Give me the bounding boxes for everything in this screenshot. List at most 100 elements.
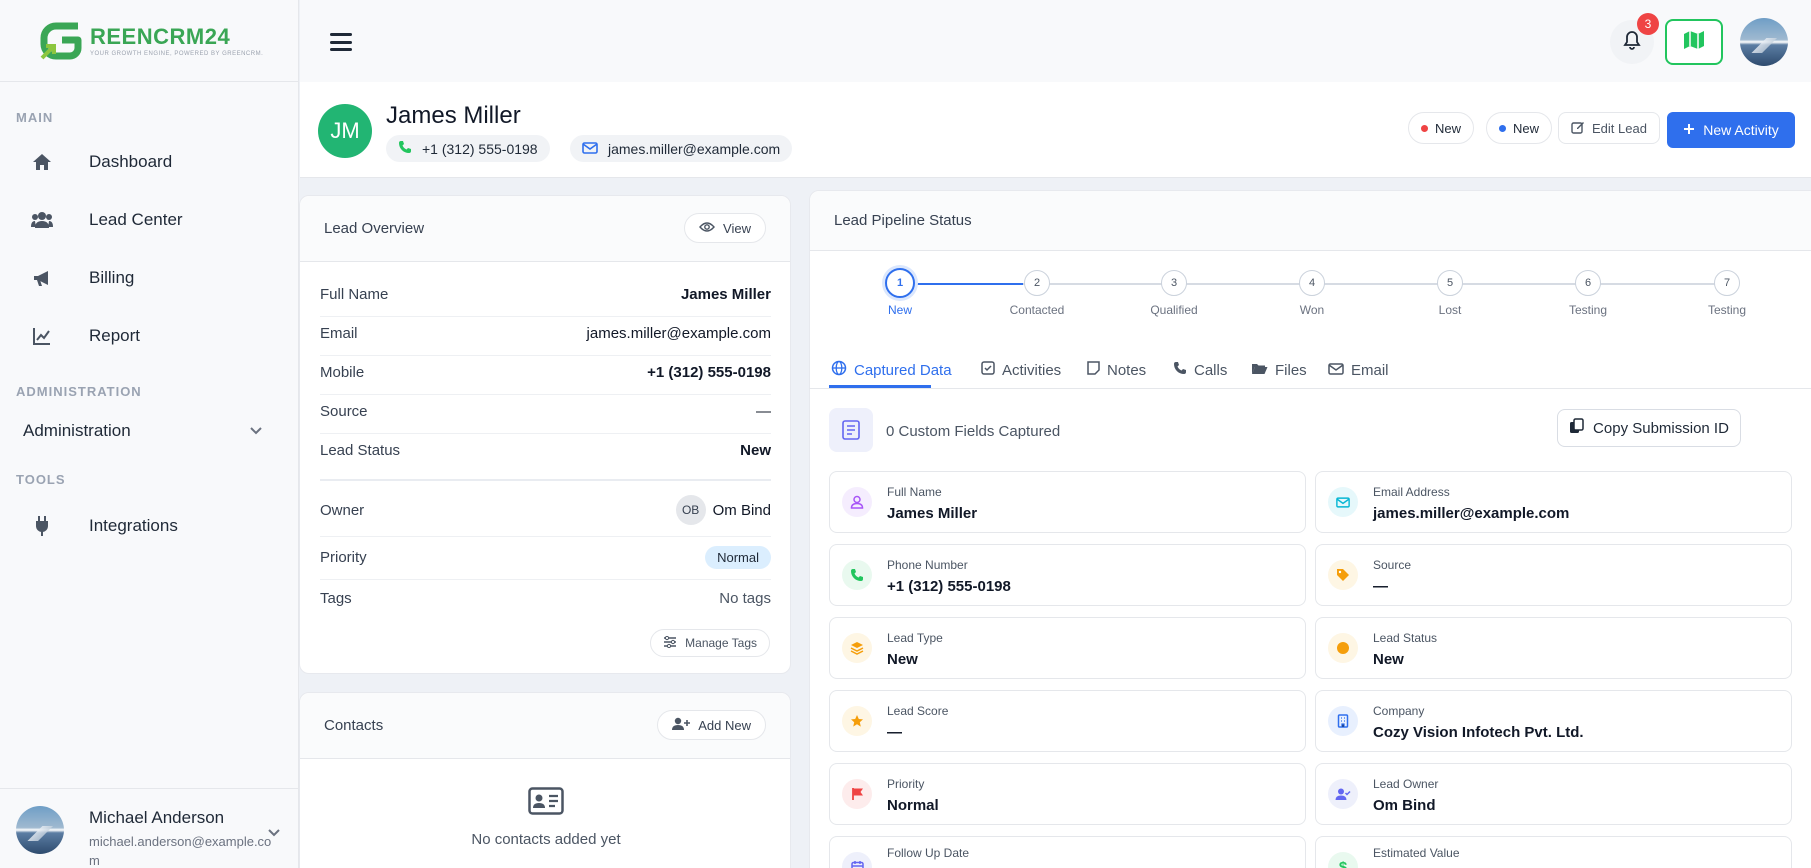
row-value: +1 (312) 555-0198	[647, 364, 771, 381]
owner-name: Om Bind	[712, 501, 771, 519]
view-button[interactable]: View	[684, 213, 766, 243]
avatar[interactable]	[1740, 18, 1788, 66]
contacts-card: Contacts Add New No contacts added yet	[299, 692, 791, 868]
megaphone-icon	[30, 266, 54, 290]
lead-header: JM James Miller +1 (312) 555-0198 james.…	[300, 82, 1811, 178]
folder-open-icon	[1251, 362, 1268, 379]
field-label: Estimated Value	[1373, 846, 1460, 860]
sidebar-item-dashboard[interactable]: Dashboard	[0, 138, 299, 186]
field-label: Lead Owner	[1373, 777, 1439, 791]
add-contact-button[interactable]: Add New	[657, 710, 766, 740]
field-full-name: Full Name James Miller	[829, 471, 1306, 533]
logo-icon	[40, 18, 86, 64]
field-value: —	[1373, 578, 1388, 595]
calendar-icon	[842, 852, 872, 868]
row-label: Full Name	[320, 286, 389, 303]
field-value: +1 (312) 555-0198	[887, 578, 1011, 595]
tags-value: No tags	[719, 590, 771, 607]
brand-logo[interactable]: REENCRM24 YOUR GROWTH ENGINE, POWERED BY…	[0, 0, 298, 82]
tab-files[interactable]: Files	[1251, 352, 1307, 388]
eye-icon	[699, 221, 715, 236]
sidebar-item-lead-center[interactable]: Lead Center	[0, 196, 299, 244]
edit-icon	[1571, 120, 1585, 137]
row-label: Tags	[320, 590, 352, 607]
lead-overview-card: Lead Overview View Full Name James Mille…	[299, 195, 791, 674]
row-label: Lead Status	[320, 442, 401, 459]
sidebar-item-label: Dashboard	[89, 152, 173, 171]
field-lead-status: Lead Status New	[1315, 617, 1792, 679]
field-lead-score: Lead Score —	[829, 690, 1306, 752]
pipeline-step-won[interactable]: 4	[1299, 270, 1325, 296]
sidebar-item-billing[interactable]: Billing	[0, 254, 299, 302]
pipeline-step-contacted[interactable]: 2	[1024, 270, 1050, 296]
pipeline-step-qualified[interactable]: 3	[1161, 270, 1187, 296]
step-label: Testing	[1707, 303, 1747, 317]
manage-tags-button[interactable]: Manage Tags	[650, 629, 770, 657]
field-value: James Miller	[887, 505, 978, 522]
row-label: Source	[320, 403, 368, 420]
row-label: Owner	[320, 501, 365, 519]
pipeline-step-testing[interactable]: 6	[1575, 270, 1601, 296]
tab-email[interactable]: Email	[1328, 352, 1389, 388]
lead-email-chip[interactable]: james.miller@example.com	[570, 135, 793, 162]
row-label: Email	[320, 325, 358, 342]
field-lead-owner: Lead Owner Om Bind	[1315, 763, 1792, 825]
sidebar: REENCRM24 YOUR GROWTH ENGINE, POWERED BY…	[0, 0, 299, 868]
pipeline-step-testing-2[interactable]: 7	[1714, 270, 1740, 296]
owner-row: Owner OB Om Bind	[320, 493, 771, 527]
card-title: Lead Overview	[324, 220, 425, 237]
view-label: View	[723, 220, 751, 236]
plug-icon	[30, 514, 54, 538]
sliders-icon	[663, 635, 677, 651]
step-label: Lost	[1438, 303, 1462, 317]
overview-row: Source —	[320, 403, 771, 420]
sidebar-item-integrations[interactable]: Integrations	[0, 502, 299, 550]
tab-notes[interactable]: Notes	[1087, 352, 1146, 388]
lead-phone-chip[interactable]: +1 (312) 555-0198	[386, 135, 550, 162]
field-label: Company	[1373, 704, 1425, 718]
status-badge[interactable]: New	[1408, 112, 1475, 144]
step-label: Qualified	[1150, 303, 1198, 317]
sidebar-administration-toggle[interactable]: Administration	[23, 418, 263, 444]
overview-row: Mobile +1 (312) 555-0198	[320, 364, 771, 381]
tab-activities[interactable]: Activities	[981, 352, 1061, 388]
section-tools: TOOLS	[16, 472, 66, 487]
map-button[interactable]	[1665, 19, 1723, 65]
plus-icon	[1683, 122, 1695, 138]
pipeline-step-lost[interactable]: 5	[1437, 270, 1463, 296]
pipeline-step-new[interactable]: 1	[885, 268, 915, 298]
tab-label: Email	[1351, 361, 1389, 379]
row-label: Mobile	[320, 364, 365, 381]
tab-captured-data[interactable]: Captured Data	[831, 352, 952, 388]
row-value: New	[740, 442, 771, 459]
chevron-down-icon	[249, 421, 263, 441]
copy-submission-id-button[interactable]: Copy Submission ID	[1557, 409, 1741, 447]
globe-icon	[831, 360, 847, 380]
hamburger-menu-icon[interactable]	[330, 33, 352, 51]
administration-label: Administration	[23, 421, 131, 440]
copy-label: Copy Submission ID	[1593, 419, 1729, 437]
sidebar-item-report[interactable]: Report	[0, 312, 299, 360]
field-label: Email Address	[1373, 485, 1450, 499]
type-badge[interactable]: New	[1486, 112, 1553, 144]
priority-row: Priority Normal	[320, 545, 771, 569]
step-label: Testing	[1568, 303, 1608, 317]
tab-calls[interactable]: Calls	[1173, 352, 1227, 388]
step-label: Contacted	[1009, 303, 1065, 317]
user-profile-menu[interactable]: Michael Anderson michael.anderson@exampl…	[0, 788, 299, 868]
notification-badge: 3	[1637, 13, 1659, 35]
copy-icon	[1569, 418, 1584, 438]
user-plus-icon	[672, 717, 691, 734]
new-activity-button[interactable]: New Activity	[1667, 112, 1795, 148]
brand-name: REENCRM24	[90, 24, 231, 49]
edit-lead-button[interactable]: Edit Lead	[1558, 112, 1660, 144]
field-label: Lead Status	[1373, 631, 1438, 645]
lead-phone: +1 (312) 555-0198	[422, 140, 538, 157]
row-value: James Miller	[680, 286, 771, 303]
tab-label: Files	[1275, 361, 1307, 379]
top-bar: 3	[300, 0, 1811, 82]
overview-row: Lead Status New	[320, 442, 771, 459]
phone-icon	[1173, 361, 1187, 379]
stepper-progress-line	[915, 283, 1023, 285]
map-icon	[1683, 30, 1705, 55]
